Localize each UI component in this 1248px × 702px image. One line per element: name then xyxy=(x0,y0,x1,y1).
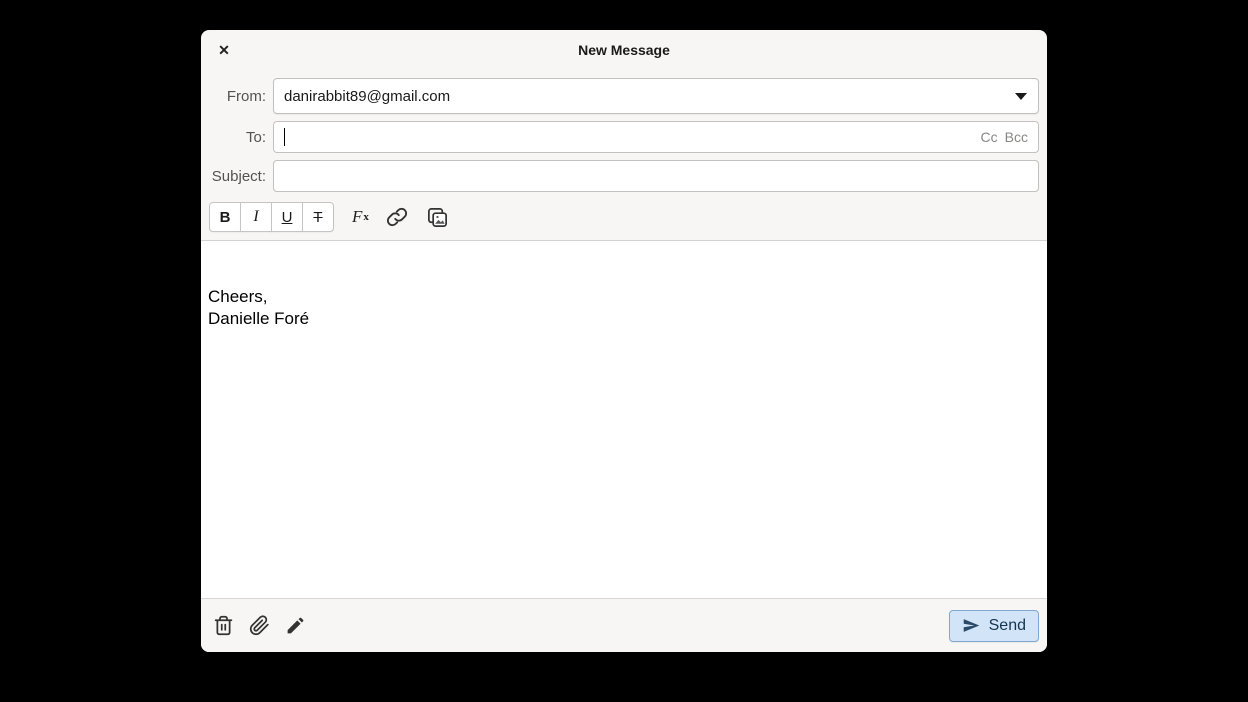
from-account-dropdown[interactable]: danirabbit89@gmail.com xyxy=(273,78,1039,114)
bold-button[interactable]: B xyxy=(209,202,241,232)
strikethrough-button[interactable]: T xyxy=(302,202,334,232)
chevron-down-icon xyxy=(1014,91,1028,101)
insert-image-icon[interactable] xyxy=(426,206,449,229)
insert-link-icon[interactable] xyxy=(386,206,408,228)
text-cursor xyxy=(284,128,285,146)
titlebar[interactable]: ✕ New Message xyxy=(201,30,1047,70)
remove-formatting-x: x xyxy=(363,211,369,223)
attach-icon[interactable] xyxy=(249,615,270,636)
window-title: New Message xyxy=(578,42,670,58)
from-row: From: danirabbit89@gmail.com xyxy=(201,78,1039,114)
cc-button[interactable]: Cc xyxy=(981,129,998,145)
italic-button[interactable]: I xyxy=(240,202,272,232)
send-button-label: Send xyxy=(989,617,1026,635)
to-input[interactable]: Cc Bcc xyxy=(273,121,1039,153)
body-line: Cheers, xyxy=(208,286,1039,308)
close-icon[interactable]: ✕ xyxy=(213,39,235,61)
underline-button[interactable]: U xyxy=(271,202,303,232)
composer-action-bar: Send xyxy=(201,598,1047,652)
body-line: Danielle Foré xyxy=(208,308,1039,330)
remove-formatting-icon[interactable]: Fx xyxy=(352,207,369,227)
pencil-icon[interactable] xyxy=(285,615,306,636)
bcc-button[interactable]: Bcc xyxy=(1005,129,1028,145)
format-toolbar: B I U T Fx xyxy=(209,202,1047,232)
to-row: To: Cc Bcc xyxy=(201,121,1039,153)
remove-formatting-f: F xyxy=(352,207,362,227)
to-label: To: xyxy=(201,129,266,146)
subject-input[interactable] xyxy=(273,160,1039,192)
send-button[interactable]: Send xyxy=(949,610,1039,642)
send-plane-icon xyxy=(962,617,981,634)
from-label: From: xyxy=(201,88,266,105)
desktop-background: ✕ New Message From: danirabbit89@gmail.c… xyxy=(0,0,1248,702)
compose-header-form: From: danirabbit89@gmail.com To: Cc Bcc xyxy=(201,70,1047,192)
trash-icon[interactable] xyxy=(213,615,234,636)
from-account-value: danirabbit89@gmail.com xyxy=(284,88,1014,105)
text-style-button-group: B I U T xyxy=(209,202,334,232)
new-message-window: ✕ New Message From: danirabbit89@gmail.c… xyxy=(201,30,1047,652)
message-body-editor[interactable]: Cheers, Danielle Foré xyxy=(201,240,1047,598)
subject-row: Subject: xyxy=(201,160,1039,192)
subject-label: Subject: xyxy=(201,168,266,185)
